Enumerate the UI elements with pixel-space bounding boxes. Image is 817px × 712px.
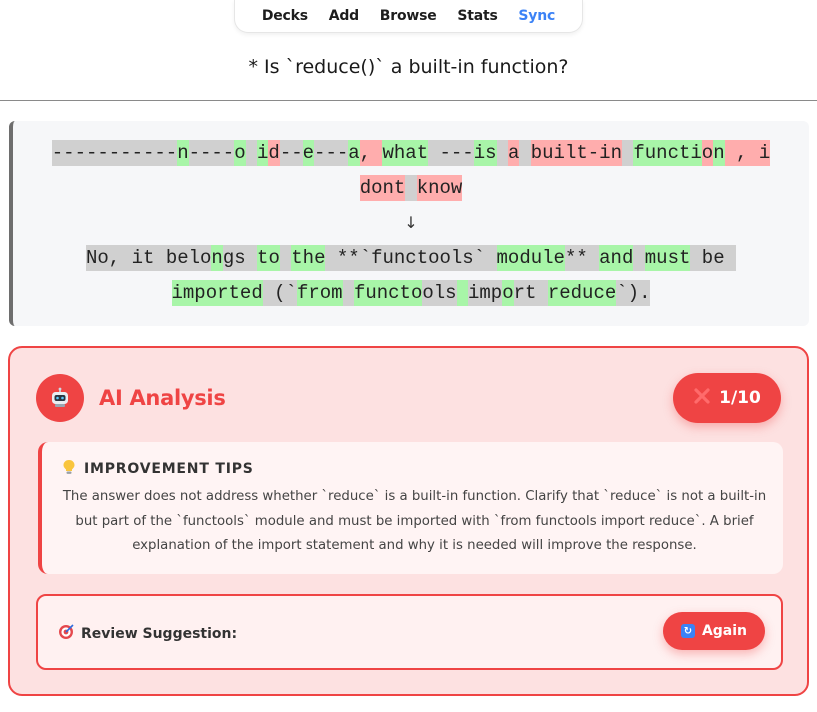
diff-segment: [633, 245, 645, 271]
tips-heading-label: IMPROVEMENT TIPS: [84, 461, 254, 477]
typed-answer-line-1: -----------n----o id--e---a, what ---is …: [13, 140, 809, 167]
diff-segment: n: [177, 140, 189, 166]
review-suggestion-panel: Review Suggestion: ↻ Again: [36, 594, 783, 670]
diff-segment: a: [348, 140, 360, 166]
diff-segment: [456, 280, 468, 306]
expected-answer-line-1: No, it belongs to the **`functools` modu…: [13, 245, 809, 272]
diff-segment: --: [279, 140, 303, 166]
diff-segment: must: [644, 245, 691, 271]
question-text: * Is `reduce()` a built-in function?: [248, 56, 569, 78]
diff-segment: d: [268, 140, 280, 166]
diff-segment: **: [564, 245, 600, 271]
diff-segment: , i: [724, 140, 771, 166]
diff-segment: module: [496, 245, 565, 271]
improvement-tips-panel: IMPROVEMENT TIPS The answer does not add…: [38, 442, 783, 574]
diff-segment: (`: [262, 280, 297, 306]
diff-segment: functi: [633, 140, 702, 166]
diff-segment: imported: [171, 280, 263, 306]
diff-segment: [279, 245, 292, 271]
diff-segment: [536, 280, 548, 306]
refresh-icon: ↻: [680, 624, 695, 638]
diff-segment: ---: [439, 140, 474, 166]
down-arrow-icon: ↓: [404, 213, 418, 232]
diff-segment: [428, 140, 440, 166]
diff-segment: know: [416, 175, 463, 201]
ai-analysis-card: AI Analysis 1/10 IMPROVEMENT TIPS The an…: [8, 346, 809, 696]
diff-segment: is: [473, 140, 497, 166]
card-title: AI Analysis: [99, 386, 226, 410]
x-mark-icon: [693, 387, 711, 410]
diff-segment: dont: [359, 175, 406, 201]
diff-segment: what: [382, 140, 429, 166]
again-button[interactable]: ↻ Again: [663, 612, 765, 650]
diff-segment: n: [211, 245, 223, 271]
robot-icon: [36, 374, 84, 422]
diff-segment: e: [302, 140, 315, 166]
diff-segment: the: [291, 245, 326, 271]
diff-segment: o: [701, 140, 714, 166]
diff-segment: functo: [353, 280, 423, 306]
diff-segment: **`functools`: [325, 245, 497, 271]
diff-segment: be: [690, 245, 736, 271]
diff-segment: ---: [314, 140, 349, 166]
expected-answer-line-2: imported (`from functools import reduce`…: [13, 280, 809, 307]
diff-segment: n: [713, 140, 725, 166]
diff-segment: No, it belo: [86, 245, 212, 271]
score-value: 1/10: [719, 388, 761, 408]
nav-add[interactable]: Add: [329, 8, 359, 24]
diff-segment: ,: [359, 140, 383, 166]
diff-segment: [342, 280, 354, 306]
diff-segment: `).: [616, 280, 651, 306]
diff-segment: [519, 140, 531, 166]
answer-diff-box: -----------n----o id--e---a, what ---is …: [9, 121, 809, 326]
diff-segment: from: [296, 280, 343, 306]
diff-segment: [245, 140, 258, 166]
diff-segment: [621, 140, 634, 166]
nav-decks[interactable]: Decks: [262, 8, 308, 24]
tips-body: The answer does not address whether `red…: [62, 489, 767, 553]
diff-segment: i: [257, 140, 269, 166]
diff-segment: built-in: [530, 140, 622, 166]
diff-segment: to: [257, 245, 280, 271]
divider: [0, 100, 817, 101]
nav-stats[interactable]: Stats: [457, 8, 497, 24]
top-nav: Decks Add Browse Stats Sync: [234, 0, 583, 33]
diff-segment: and: [599, 245, 634, 271]
diff-segment: o: [234, 140, 246, 166]
diff-segment: o: [502, 280, 514, 306]
diff-segment: imp: [468, 280, 503, 306]
diff-segment: ----: [188, 140, 235, 166]
nav-sync[interactable]: Sync: [518, 8, 555, 24]
diff-segment: a: [507, 140, 520, 166]
diff-segment: gs: [222, 245, 258, 271]
review-label-text: Review Suggestion:: [81, 626, 238, 642]
diff-segment: reduce: [547, 280, 617, 306]
again-label: Again: [701, 623, 748, 639]
diff-segment: rt: [513, 280, 537, 306]
typed-answer-line-2: dont know: [13, 175, 809, 202]
diff-segment: [496, 140, 508, 166]
lightbulb-icon: [62, 459, 76, 479]
diff-segment: [405, 175, 417, 201]
nav-browse[interactable]: Browse: [380, 8, 437, 24]
target-icon: [58, 624, 74, 644]
score-badge: 1/10: [673, 373, 781, 423]
tips-heading: IMPROVEMENT TIPS: [62, 459, 254, 479]
review-label: Review Suggestion:: [58, 624, 237, 644]
diff-segment: ols: [422, 280, 457, 306]
diff-segment: -----------: [51, 140, 178, 166]
